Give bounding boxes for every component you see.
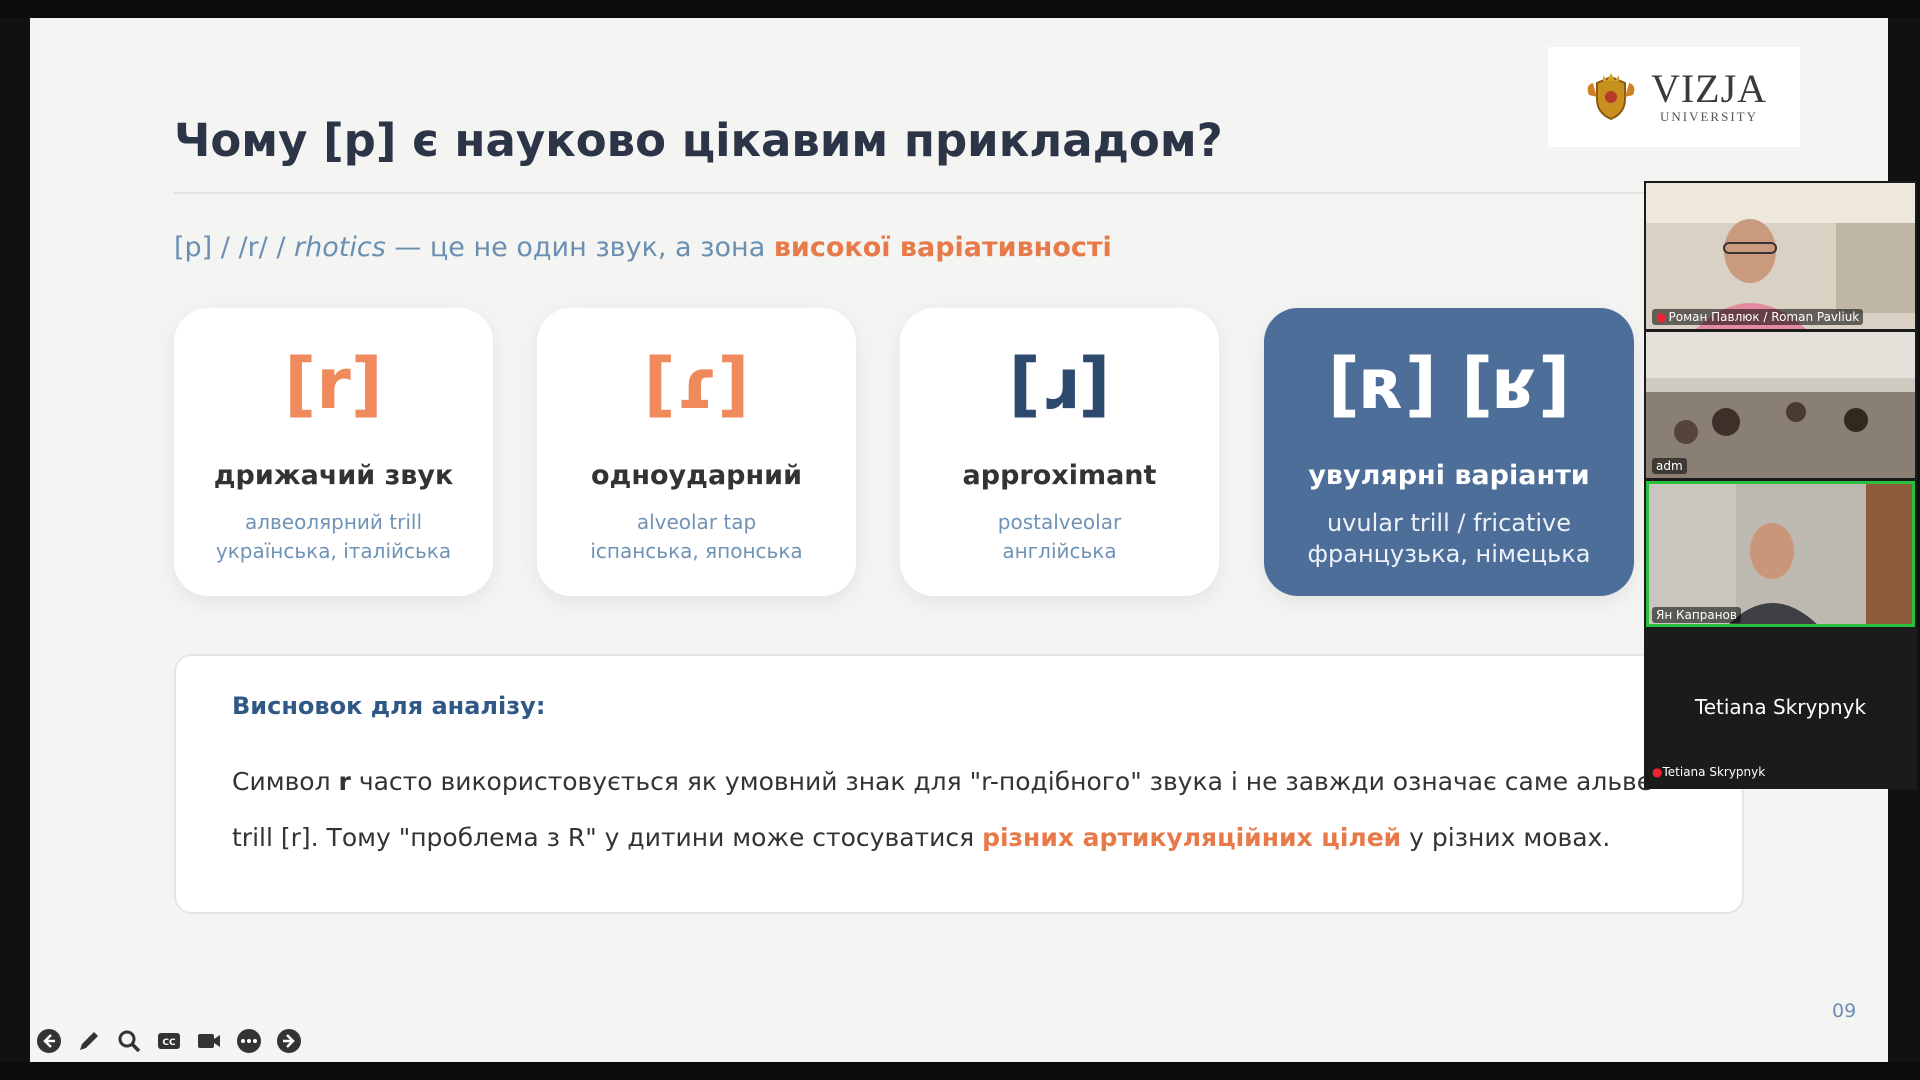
conclusion-text1: Символ [232, 767, 339, 796]
top-bar [0, 0, 1920, 18]
card-desc-line1: uvular trill / fricative [1326, 509, 1572, 537]
title-divider [174, 192, 1774, 194]
camera-icon[interactable] [194, 1026, 224, 1056]
pen-icon[interactable] [74, 1026, 104, 1056]
crest-icon [1587, 73, 1635, 121]
page-number: 09 [1832, 1000, 1857, 1022]
participant-name: Tetiana Skrypnyk [1662, 765, 1766, 779]
video-tile-classroom[interactable]: adm [1646, 332, 1915, 478]
card-symbol: [ɹ] [1008, 343, 1111, 425]
arrow-right-icon[interactable] [274, 1026, 304, 1056]
card-symbol: [ɾ] [643, 343, 750, 425]
card-desc-line1: postalveolar [997, 510, 1122, 534]
conclusion-box: Висновок для аналізу: Символ r часто вик… [174, 654, 1744, 914]
mic-muted-icon: ● [1652, 765, 1663, 779]
conclusion-text3: trill [r]. Тому "проблема з R" у дитини … [232, 823, 983, 852]
card-tap: [ɾ] одноударний alveolar tap іспанська, … [537, 308, 856, 596]
cc-icon[interactable]: CC [154, 1026, 184, 1056]
more-icon[interactable] [234, 1026, 264, 1056]
card-desc-line2: англійська [1002, 539, 1117, 563]
svg-text:CC: CC [162, 1038, 176, 1048]
subtitle-part2: — це не один звук, а зона [385, 232, 774, 263]
conclusion-highlight: різних артикуляційних цілей [982, 823, 1402, 852]
video-tile-yan[interactable]: Ян Капранов [1646, 481, 1915, 627]
subtitle-part1: [р] / /r/ / [174, 232, 295, 263]
conclusion-text2: часто використовується як умовний знак д… [350, 767, 1652, 796]
card-desc-line1: alveolar tap [636, 510, 757, 534]
card-desc-line2: українська, італійська [215, 539, 452, 563]
card-symbol: [ʀ] [ʁ] [1327, 343, 1571, 425]
video-feed-classroom [1646, 332, 1915, 478]
slide-subtitle: [р] / /r/ / rhotics — це не один звук, а… [174, 232, 1112, 263]
card-desc-line1: алвеолярний trill [244, 510, 423, 534]
bottom-bar [0, 1062, 1920, 1080]
card-symbol: [r] [284, 343, 383, 425]
conclusion-bold: r [338, 767, 351, 796]
slideshow-controls: CC [34, 1026, 304, 1056]
logo-wordmark: VIZJA [1650, 66, 1768, 111]
card-uvular: [ʀ] [ʁ] увулярні варіанти uvular trill /… [1264, 308, 1634, 596]
participant-name-centered: Tetiana Skrypnyk [1694, 695, 1867, 719]
arrow-left-icon[interactable] [34, 1026, 64, 1056]
participant-label: ● Роман Павлюк / Roman Pavliuk [1652, 309, 1864, 325]
conclusion-line2: trill [r]. Тому "проблема з R" у дитини … [232, 810, 1732, 866]
card-desc: uvular trill / fricative французька, нім… [1264, 508, 1634, 570]
video-participants-panel: ● Роман Павлюк / Roman Pavliuk adm Ян Кап… [1644, 181, 1917, 789]
video-feed-roman [1646, 183, 1915, 329]
subtitle-highlight: високої варіативності [773, 232, 1112, 263]
participant-name: Роман Павлюк / Roman Pavliuk [1668, 310, 1860, 324]
card-desc: алвеолярний trill українська, італійська [174, 508, 493, 566]
card-desc: postalveolar англійська [900, 508, 1219, 566]
conclusion-heading: Висновок для аналізу: [232, 692, 546, 720]
participant-label: adm [1652, 458, 1687, 474]
video-tile-roman[interactable]: ● Роман Павлюк / Roman Pavliuk [1646, 183, 1915, 329]
conclusion-line1: Символ r часто використовується як умовн… [232, 754, 1652, 810]
video-feed-yan [1646, 481, 1915, 627]
card-name: одноударний [590, 460, 802, 491]
search-icon[interactable] [114, 1026, 144, 1056]
university-logo: VIZJA UNIVERSITY [1548, 47, 1800, 147]
card-name: увулярні варіанти [1308, 460, 1590, 491]
card-name: approximant [962, 460, 1157, 491]
card-name: дрижачий звук [213, 460, 454, 491]
conclusion-text4: у різних мовах. [1401, 823, 1611, 852]
card-desc-line2: французька, німецька [1307, 540, 1591, 568]
card-trill: [r] дрижачий звук алвеолярний trill укра… [174, 308, 493, 596]
participant-label: Ян Капранов [1652, 607, 1741, 623]
card-desc: alveolar tap іспанська, японська [537, 508, 856, 566]
mic-muted-icon: ● [1656, 310, 1667, 324]
slide-title: Чому [р] є науково цікавим прикладом? [174, 114, 1223, 167]
presentation-slide: VIZJA UNIVERSITY Чому [р] є науково ціка… [30, 18, 1888, 1062]
card-approximant: [ɹ] approximant postalveolar англійська [900, 308, 1219, 596]
conclusion-body: Символ r часто використовується як умовн… [232, 754, 1732, 866]
logo-subtitle: UNIVERSITY [1660, 109, 1758, 124]
card-desc-line2: іспанська, японська [590, 539, 803, 563]
subtitle-italic: rhotics [294, 232, 386, 263]
participant-label: ●Tetiana Skrypnyk [1652, 765, 1765, 779]
